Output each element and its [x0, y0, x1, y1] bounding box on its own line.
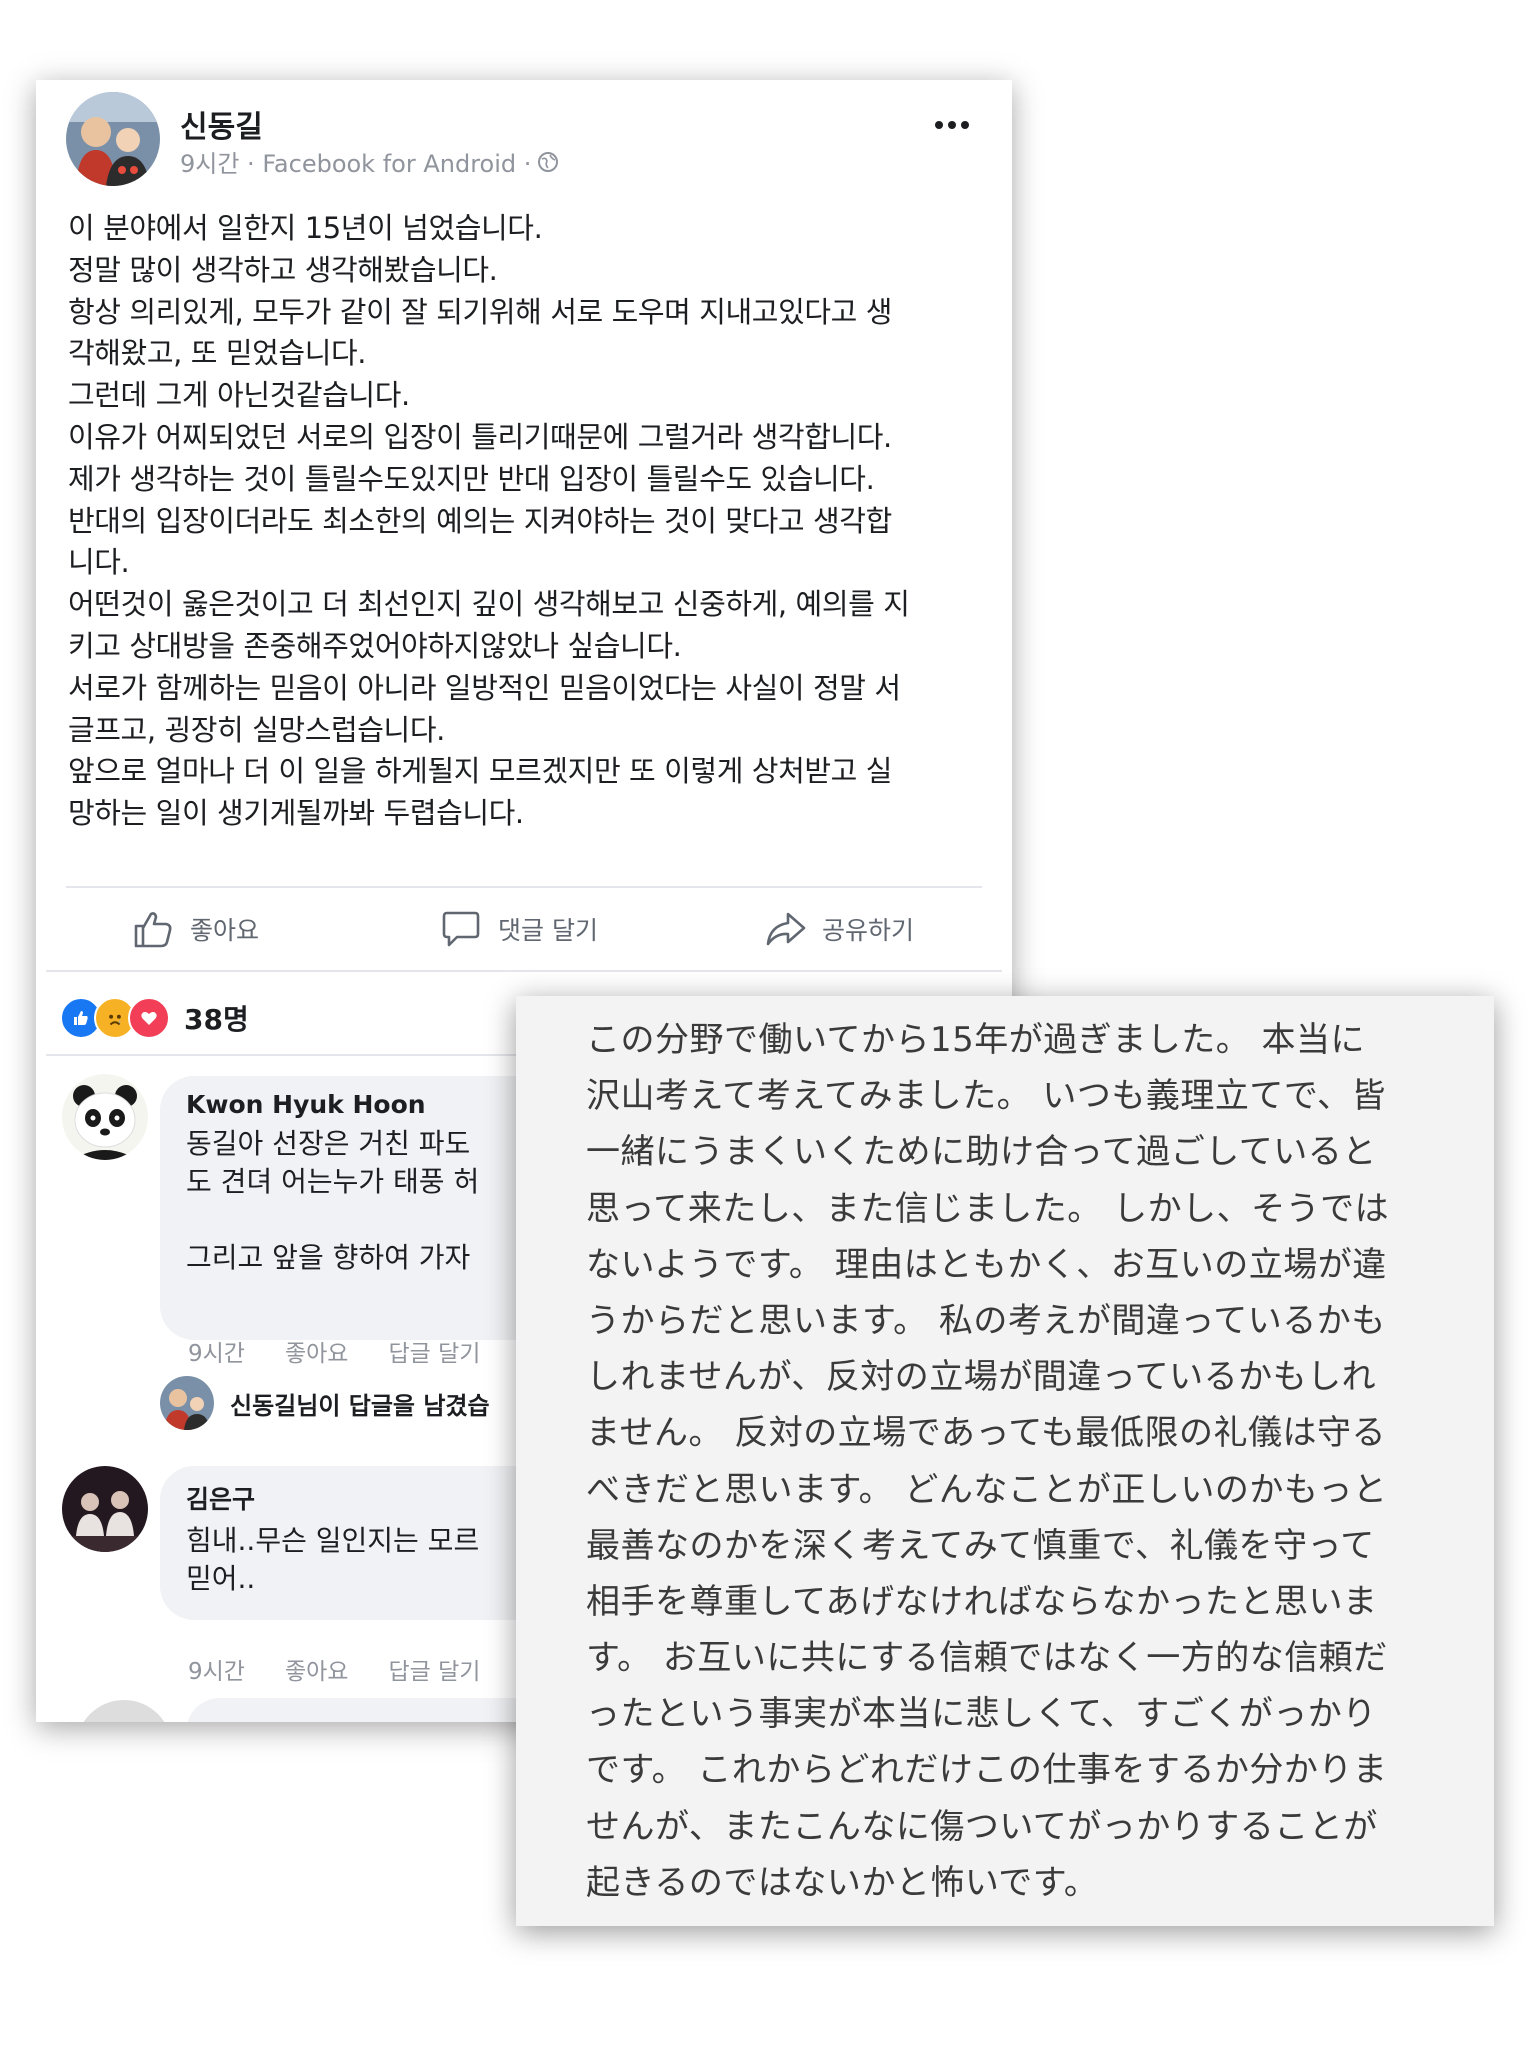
- author-avatar[interactable]: [66, 92, 160, 186]
- comment-button[interactable]: 댓글 달기: [438, 906, 598, 952]
- comment-actions: 9시간 좋아요 답글 달기: [188, 1652, 480, 1686]
- post-meta: 9시간 · Facebook for Android ·: [180, 144, 559, 179]
- more-dot-icon: [961, 121, 969, 129]
- divider: [66, 886, 982, 888]
- reaction-count: 38명: [184, 1003, 249, 1036]
- comment-reply-link[interactable]: 답글 달기: [388, 1652, 480, 1686]
- translation-line: うからだと思います。 私の考えが間違っているかも: [586, 1300, 1386, 1341]
- translation-line: 最善なのかを深く考えてみて慎重で、礼儀を守って: [586, 1525, 1375, 1566]
- translation-line: べきだと思います。 どんなことが正しいのかもっと: [586, 1469, 1388, 1510]
- post-meta-text: 9시간 · Facebook for Android ·: [180, 150, 532, 178]
- globe-icon: [538, 151, 559, 172]
- next-commenter-avatar[interactable]: [76, 1700, 172, 1722]
- more-dot-icon: [935, 121, 943, 129]
- post-line: 서로가 함께하는 믿음이 아니라 일방적인 믿음이었다는 사실이 정말 서: [68, 670, 901, 705]
- post-line: 글프고, 굉장히 실망스럽습니다.: [68, 712, 445, 747]
- more-dot-icon: [948, 121, 956, 129]
- post-line: 반대의 입장이더라도 최소한의 예의는 지켜야하는 것이 맞다고 생각합: [68, 503, 892, 538]
- post-body: 이 분야에서 일한지 15년이 넘었습니다. 정말 많이 생각하고 생각해봤습니…: [68, 208, 1012, 835]
- translation-line: この分野で働いてから15年が過ぎました。 本当に: [586, 1020, 1366, 1060]
- post-line: 제가 생각하는 것이 틀릴수도있지만 반대 입장이 틀릴수도 있습니다.: [68, 461, 875, 496]
- post-line: 그런데 그게 아닌것같습니다.: [68, 378, 410, 413]
- post-line: 이유가 어찌되었던 서로의 입장이 틀리기때문에 그럴거라 생각합니다.: [68, 419, 892, 454]
- post-line: 니다.: [68, 545, 130, 580]
- post-line: 망하는 일이 생기게될까봐 두렵습니다.: [68, 796, 524, 831]
- divider: [46, 970, 1002, 972]
- like-label: 좋아요: [190, 916, 260, 945]
- comment-actions: 9시간 좋아요 답글 달기: [188, 1334, 480, 1368]
- translation-card: この分野で働いてから15年が過ぎました。 本当に 沢山考えて考えてみました。 い…: [516, 996, 1494, 1926]
- reactions-summary[interactable]: 38명: [60, 990, 249, 1046]
- translation-line: です。 これからどれだけこの仕事をするか分かりま: [586, 1750, 1388, 1791]
- commenter-avatar[interactable]: [62, 1466, 148, 1552]
- comment-icon: [442, 911, 480, 947]
- more-options-button[interactable]: [928, 110, 976, 140]
- comment-time: 9시간: [188, 1341, 245, 1367]
- translation-line: ません。 反対の立場であっても最低限の礼儀は守る: [586, 1413, 1387, 1454]
- translation-line: ないようです。 理由はともかく、お互いの立場が違: [586, 1244, 1387, 1285]
- comment-like-link[interactable]: 좋아요: [285, 1334, 348, 1368]
- translation-line: しれませんが、反対の立場が間違っているかもしれ: [586, 1357, 1377, 1398]
- comment-label: 댓글 달기: [498, 916, 598, 945]
- reply-author-avatar: [160, 1376, 214, 1430]
- reply-notice-text: 신동길님이 답글을 남겼습: [230, 1391, 490, 1420]
- post-line: 키고 상대방을 존중해주었어야하지않았나 싶습니다.: [68, 628, 682, 663]
- post-line: 이 분야에서 일한지 15년이 넘었습니다.: [68, 211, 543, 245]
- post-line: 어떤것이 옳은것이고 더 최선인지 깊이 생각해보고 신중하게, 예의를 지: [68, 587, 910, 622]
- translation-text: この分野で働いてから15年が過ぎました。 本当に 沢山考えて考えてみました。 い…: [586, 1012, 1466, 1911]
- share-label: 공유하기: [822, 916, 915, 945]
- share-arrow-icon: [766, 912, 806, 946]
- share-button[interactable]: 공유하기: [762, 906, 914, 952]
- commenter-avatar[interactable]: [62, 1074, 148, 1160]
- post-action-bar: 좋아요 댓글 달기 공유하기: [36, 892, 1012, 972]
- translation-line: ったという事実が本当に悲しくて、すごくがっかり: [586, 1694, 1377, 1735]
- post-line: 정말 많이 생각하고 생각해봤습니다.: [68, 252, 498, 287]
- translation-line: 沢山考えて考えてみました。 いつも義理立てで、皆: [586, 1076, 1387, 1117]
- translation-line: 起きるのではないかと怖いです。: [586, 1862, 1099, 1903]
- comment-reply-link[interactable]: 답글 달기: [388, 1334, 480, 1368]
- comment-like-link[interactable]: 좋아요: [285, 1652, 348, 1686]
- post-line: 각해왔고, 또 믿었습니다.: [68, 336, 367, 371]
- comment-time: 9시간: [188, 1659, 245, 1685]
- translation-line: 相手を尊重してあげなければならなかったと思いま: [586, 1581, 1378, 1622]
- translation-line: せんが、またこんなに傷ついてがっかりすることが: [586, 1806, 1378, 1847]
- thumbs-up-icon: [134, 912, 172, 948]
- reply-notice[interactable]: 신동길님이 답글을 남겼습: [160, 1376, 490, 1430]
- translation-line: 一緒にうまくいくために助け合って過ごしていると: [586, 1132, 1377, 1173]
- post-line: 앞으로 얼마나 더 이 일을 하게될지 모르겠지만 또 이렇게 상처받고 실: [68, 754, 893, 789]
- translation-line: 思って来たし、また信じました。 しかし、そうでは: [586, 1188, 1390, 1229]
- love-reaction-icon: [128, 997, 170, 1039]
- translation-line: す。 お互いに共にする信頼ではなく一方的な信頼だ: [586, 1638, 1388, 1679]
- author-name[interactable]: 신동길: [180, 102, 263, 146]
- post-line: 항상 의리있게, 모두가 같이 잘 되기위해 서로 도우며 지내고있다고 생: [68, 294, 893, 329]
- like-button[interactable]: 좋아요: [130, 906, 259, 952]
